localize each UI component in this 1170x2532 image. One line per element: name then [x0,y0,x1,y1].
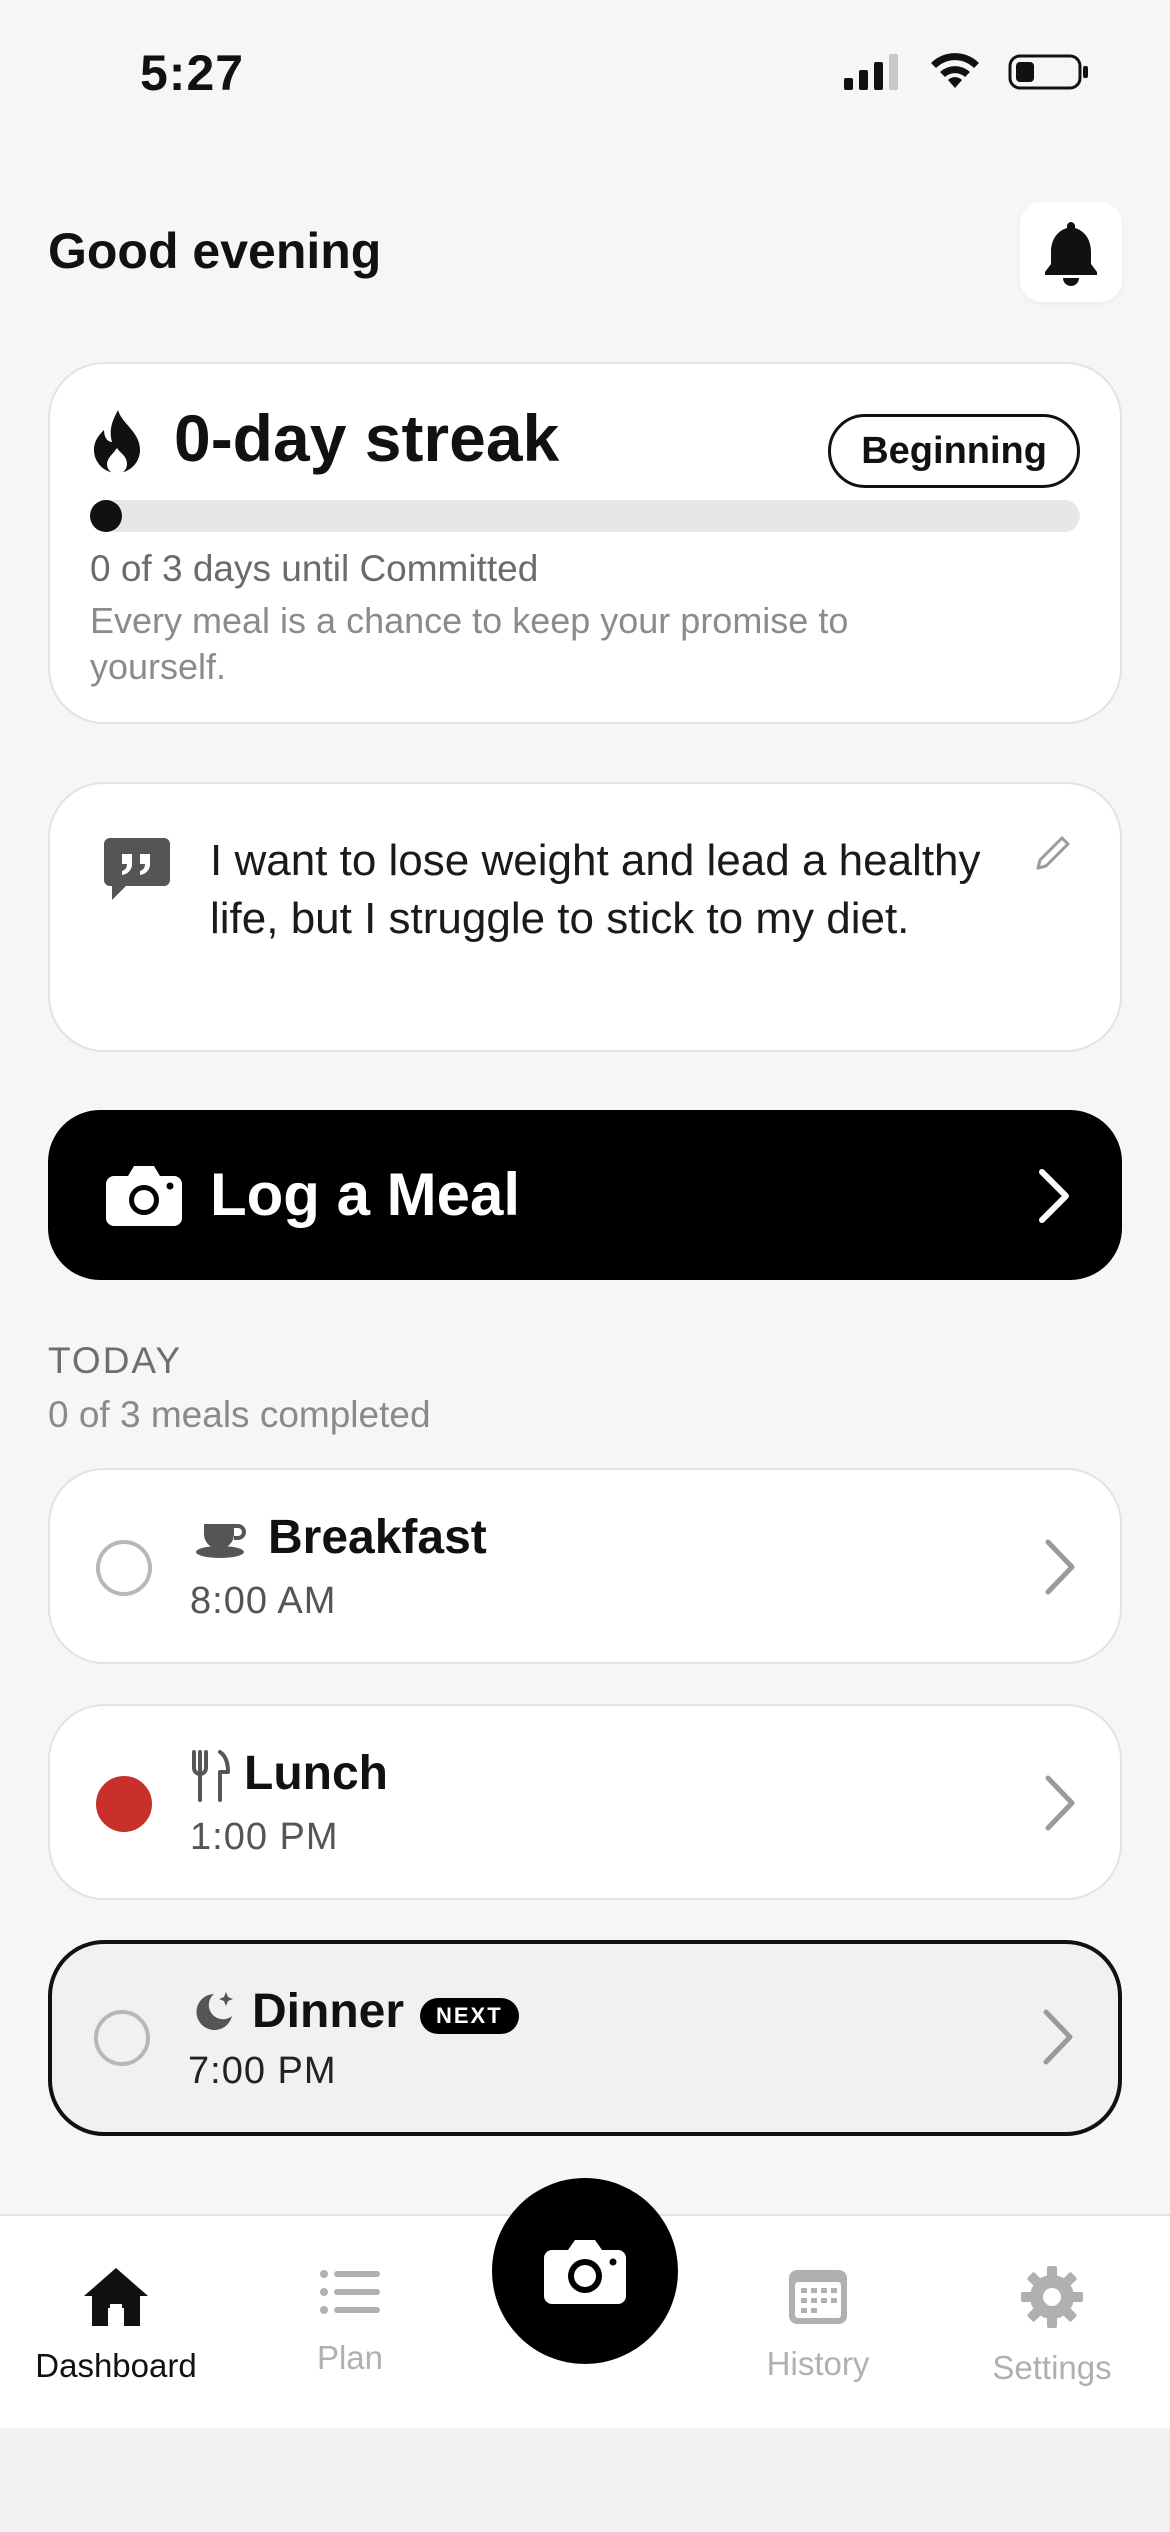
stage-badge: Beginning [828,414,1080,488]
battery-icon [1008,54,1088,90]
status-time: 5:27 [140,45,245,101]
streak-card: 0-day streak Beginning 0 of 3 days until… [48,362,1122,724]
meal-name: Dinner [252,1985,405,2038]
motivation-text: I want to lose weight and lead a healthy… [210,836,981,943]
chevron-right-icon [1045,1775,1075,1831]
chevron-right-icon [1039,1169,1069,1223]
chevron-right-icon [1043,2009,1073,2065]
camera-icon [106,1166,182,1226]
meal-time: 8:00 AM [190,1580,337,1622]
meal-card-breakfast[interactable]: Breakfast 8:00 AM [48,1468,1122,1664]
status-icons [842,52,1090,92]
wifi-icon [931,53,979,88]
chevron-right-icon [1045,1539,1075,1595]
streak-progress-bar [90,500,1080,532]
today-meals-summary: 0 of 3 meals completed [48,1394,431,1435]
home-icon [84,2268,148,2326]
utensils-icon [192,1750,230,1802]
meal-name: Lunch [244,1747,388,1800]
calendar-icon [789,2270,847,2324]
tab-label: Settings [992,2349,1112,2386]
list-icon [320,2270,380,2314]
meal-status-missed-dot[interactable] [96,1776,152,1832]
streak-progress-text: 0 of 3 days until Committed [90,548,539,589]
quote-bubble-icon [104,838,170,900]
bell-icon [1045,222,1097,286]
streak-progress-fill [90,500,122,532]
log-meal-button[interactable]: Log a Meal [48,1110,1122,1280]
notifications-button[interactable] [1020,202,1122,302]
cellular-signal-icon [844,54,898,90]
camera-icon [544,2240,626,2304]
moon-icon [196,1992,233,2030]
meal-card-lunch[interactable]: Lunch 1:00 PM [48,1704,1122,1900]
motivation-card[interactable]: I want to lose weight and lead a healthy… [48,782,1122,1052]
tab-history[interactable]: History [718,2264,918,2383]
streak-title: 0-day streak [174,401,560,475]
home-indicator-area [0,2428,1170,2532]
pencil-icon[interactable] [1032,834,1072,874]
greeting-title: Good evening [48,223,382,279]
log-meal-label: Log a Meal [210,1161,521,1228]
tab-settings[interactable]: Settings [952,2264,1152,2387]
tab-plan[interactable]: Plan [250,2264,450,2377]
meal-name: Breakfast [268,1511,487,1564]
camera-action-button[interactable] [492,2178,678,2364]
meal-status-circle[interactable] [94,2010,150,2066]
streak-message: Every meal is a chance to keep your prom… [90,600,849,687]
tab-label: Dashboard [35,2347,197,2384]
flame-icon [94,410,140,474]
cup-icon [196,1524,246,1558]
meal-time: 1:00 PM [190,1816,339,1858]
meal-status-circle[interactable] [96,1540,152,1596]
next-meal-badge: NEXT [420,1998,519,2034]
tab-label: History [766,2345,870,2382]
tab-dashboard[interactable]: Dashboard [16,2264,216,2385]
meal-time: 7:00 PM [188,2050,337,2092]
gear-icon [1021,2266,1083,2328]
tab-label: Plan [316,2339,384,2376]
meal-card-dinner[interactable]: Dinner NEXT 7:00 PM [48,1940,1122,2136]
today-section-title: TODAY [48,1340,183,1381]
